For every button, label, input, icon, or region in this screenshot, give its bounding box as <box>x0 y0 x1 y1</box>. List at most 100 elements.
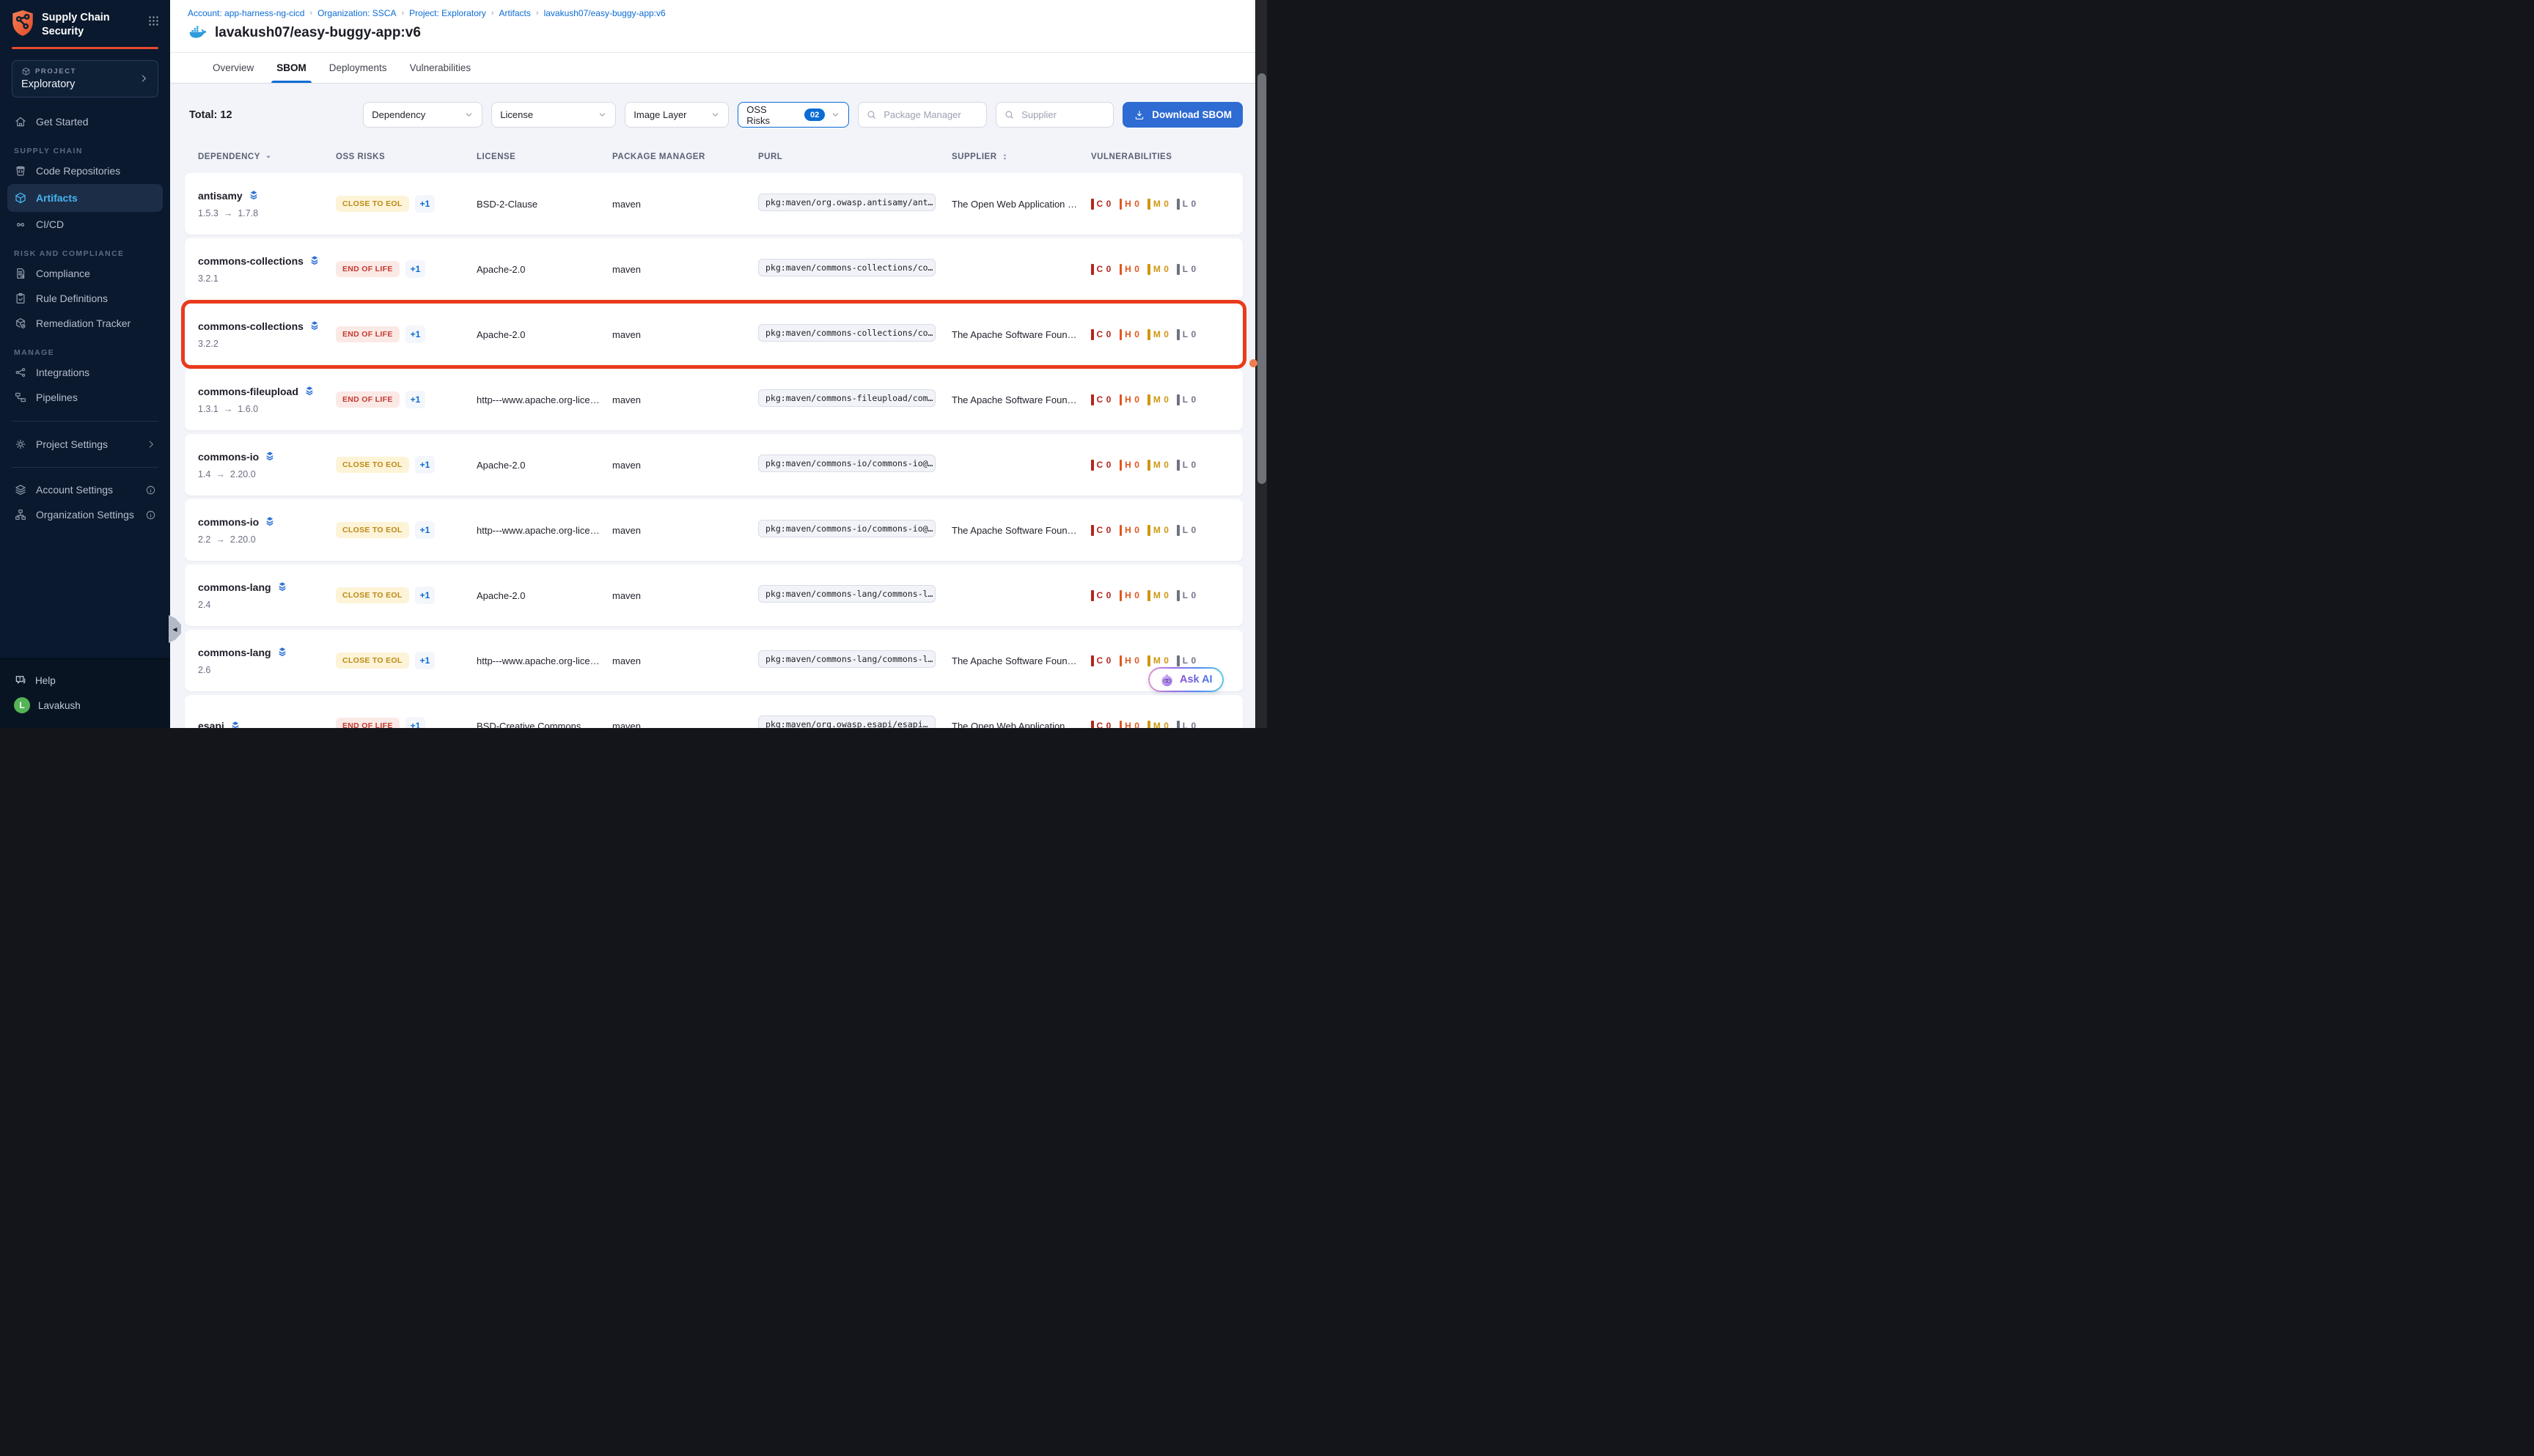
sidebar-item-integrations[interactable]: Integrations <box>7 361 163 385</box>
cube-icon <box>14 191 27 205</box>
dependency-version: 3.2.1 <box>198 273 336 284</box>
tab-deployments[interactable]: Deployments <box>328 53 389 83</box>
column-header-dependency[interactable]: DEPENDENCY <box>198 152 336 162</box>
purl-cell: pkg:maven/commons-io/commons-io@… <box>758 520 952 541</box>
table-row[interactable]: commons-collections3.2.1END OF LIFE+1Apa… <box>185 238 1243 300</box>
purl-chip[interactable]: pkg:maven/commons-fileupload/com… <box>758 389 936 407</box>
sidebar-item-account-settings[interactable]: Account Settings <box>7 478 163 502</box>
sidebar-item-organization-settings[interactable]: Organization Settings <box>7 503 163 527</box>
purl-chip[interactable]: pkg:maven/org.owasp.antisamy/ant… <box>758 194 936 211</box>
table-row[interactable]: esapiEND OF LIFE+1BSD-Creative Commons…m… <box>185 695 1243 728</box>
license-cell: Apache-2.0 <box>477 264 612 275</box>
filter-dependency[interactable]: Dependency <box>363 102 482 128</box>
dependency-cell: commons-io1.4→2.20.0 <box>198 450 336 479</box>
supplier-cell: The Open Web Application … <box>952 721 1091 729</box>
sidebar-item-remediation-tracker[interactable]: Remediation Tracker <box>7 312 163 336</box>
sidebar-item-ci-cd[interactable]: CI/CD <box>7 213 163 237</box>
table-row[interactable]: commons-fileupload1.3.1→1.6.0END OF LIFE… <box>185 369 1243 430</box>
sidebar-item-code-repositories[interactable]: Code Repositories <box>7 159 163 183</box>
tab-sbom[interactable]: SBOM <box>275 53 308 83</box>
vulnerabilities-cell: C0H0M0L0 <box>1091 590 1233 601</box>
chevron-down-icon <box>831 110 840 120</box>
brand-accent-rule <box>12 47 158 49</box>
vulnerabilities-cell: C0H0M0L0 <box>1091 264 1233 275</box>
risk-more-chip[interactable]: +1 <box>405 260 426 278</box>
layers-icon <box>309 254 320 267</box>
sidebar-item-label: Remediation Tracker <box>36 317 131 329</box>
docker-icon <box>188 23 208 43</box>
table-row[interactable]: antisamy1.5.3→1.7.8CLOSE TO EOL+1BSD-2-C… <box>185 173 1243 235</box>
oss-risks-cell: END OF LIFE+1 <box>336 260 477 278</box>
column-header-purl: PURL <box>758 152 952 162</box>
download-sbom-button[interactable]: Download SBOM <box>1123 102 1243 128</box>
search-icon <box>1004 109 1015 120</box>
sidebar-item-pipelines[interactable]: Pipelines <box>7 386 163 410</box>
vuln-count-c: C0 <box>1091 394 1112 405</box>
sidebar-section-label: SUPPLY CHAIN <box>14 147 156 155</box>
breadcrumb-link[interactable]: Organization: SSCA <box>317 8 396 18</box>
purl-chip[interactable]: pkg:maven/commons-io/commons-io@… <box>758 520 936 537</box>
vuln-count-c: C0 <box>1091 264 1112 275</box>
sidebar-item-help[interactable]: ? Help <box>0 668 170 693</box>
module-grid-icon[interactable] <box>147 15 160 27</box>
sidebar-item-get-started[interactable]: Get Started <box>7 110 163 134</box>
purl-chip[interactable]: pkg:maven/commons-lang/commons-l… <box>758 650 936 668</box>
table-row[interactable]: commons-lang2.6CLOSE TO EOL+1http---www.… <box>185 630 1243 691</box>
purl-chip[interactable]: pkg:maven/commons-lang/commons-l… <box>758 585 936 603</box>
severity-bar <box>1091 590 1094 601</box>
risk-more-chip[interactable]: +1 <box>415 195 436 213</box>
risk-more-chip[interactable]: +1 <box>415 456 436 474</box>
filter-image-layer[interactable]: Image Layer <box>625 102 729 128</box>
license-cell: BSD-2-Clause <box>477 199 612 210</box>
sidebar-item-project-settings[interactable]: Project Settings <box>7 433 163 457</box>
project-selector[interactable]: PROJECT Exploratory <box>12 60 158 98</box>
table-row[interactable]: commons-io2.2→2.20.0CLOSE TO EOL+1http--… <box>185 499 1243 561</box>
risk-more-chip[interactable]: +1 <box>415 521 436 539</box>
package-manager-cell: maven <box>612 199 758 210</box>
risk-more-chip[interactable]: +1 <box>405 326 426 343</box>
breadcrumb-link[interactable]: Artifacts <box>499 8 531 18</box>
table-row[interactable]: commons-collections3.2.2END OF LIFE+1Apa… <box>185 304 1243 365</box>
layers-icon <box>309 320 320 332</box>
sidebar-item-artifacts[interactable]: Artifacts <box>7 184 163 212</box>
sidebar-item-rule-definitions[interactable]: Rule Definitions <box>7 287 163 311</box>
scrollbar-thumb[interactable] <box>1257 73 1266 484</box>
help-icon: ? <box>14 674 27 687</box>
risk-more-chip[interactable]: +1 <box>405 391 426 408</box>
severity-bar <box>1091 721 1094 729</box>
download-icon <box>1134 109 1145 121</box>
sidebar-item-compliance[interactable]: Compliance <box>7 262 163 286</box>
supplier-cell: The Apache Software Foun… <box>952 525 1091 536</box>
package-manager-search-input[interactable] <box>882 109 979 121</box>
risk-more-chip[interactable]: +1 <box>405 717 426 728</box>
filter-license[interactable]: License <box>491 102 616 128</box>
column-header-supplier[interactable]: SUPPLIER <box>952 152 1091 162</box>
risk-more-chip[interactable]: +1 <box>415 652 436 669</box>
vuln-count-h: H0 <box>1120 721 1140 729</box>
breadcrumb-link[interactable]: lavakush07/easy-buggy-app:v6 <box>544 8 666 18</box>
dependency-name: antisamy <box>198 189 336 202</box>
user-menu[interactable]: L Lavakush <box>0 693 170 718</box>
purl-chip[interactable]: pkg:maven/commons-io/commons-io@… <box>758 455 936 472</box>
table-row[interactable]: commons-io1.4→2.20.0CLOSE TO EOL+1Apache… <box>185 434 1243 496</box>
vuln-count-l: L0 <box>1177 264 1196 275</box>
sidebar-footer: ? Help L Lavakush <box>0 658 170 728</box>
vuln-count-h: H0 <box>1120 199 1140 210</box>
breadcrumb-link[interactable]: Account: app-harness-ng-cicd <box>188 8 304 18</box>
breadcrumb-link[interactable]: Project: Exploratory <box>409 8 486 18</box>
table-row[interactable]: commons-lang2.4CLOSE TO EOL+1Apache-2.0m… <box>185 565 1243 626</box>
vuln-count-m: M0 <box>1147 264 1169 275</box>
supplier-search-input[interactable] <box>1020 109 1106 121</box>
ask-ai-button[interactable]: Ask AI <box>1148 667 1224 692</box>
risk-more-chip[interactable]: +1 <box>415 587 436 604</box>
gear-icon <box>14 438 27 451</box>
layers-icon <box>276 581 288 593</box>
dependency-cell: commons-fileupload1.3.1→1.6.0 <box>198 385 336 414</box>
purl-chip[interactable]: pkg:maven/org.owasp.esapi/esapi… <box>758 716 936 729</box>
filter-oss-risks[interactable]: OSS Risks 02 <box>738 102 849 128</box>
purl-chip[interactable]: pkg:maven/commons-collections/co… <box>758 259 936 276</box>
tab-vulnerabilities[interactable]: Vulnerabilities <box>408 53 473 83</box>
dependency-cell: commons-io2.2→2.20.0 <box>198 515 336 545</box>
tab-overview[interactable]: Overview <box>211 53 255 83</box>
purl-chip[interactable]: pkg:maven/commons-collections/co… <box>758 324 936 342</box>
